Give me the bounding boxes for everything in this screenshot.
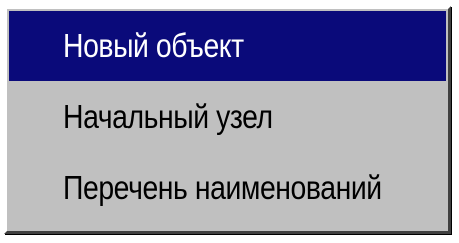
menu-item-label: Перечень наименований [63,169,382,206]
menu-item-start-node[interactable]: Начальный узел [9,82,446,152]
context-menu: Новый объект Начальный узел Перечень наи… [4,6,451,234]
menu-item-label: Начальный узел [63,98,273,135]
menu-item-names-list[interactable]: Перечень наименований [9,153,446,223]
menu-item-new-object[interactable]: Новый объект [9,11,446,81]
menu-item-label: Новый объект [63,27,244,64]
